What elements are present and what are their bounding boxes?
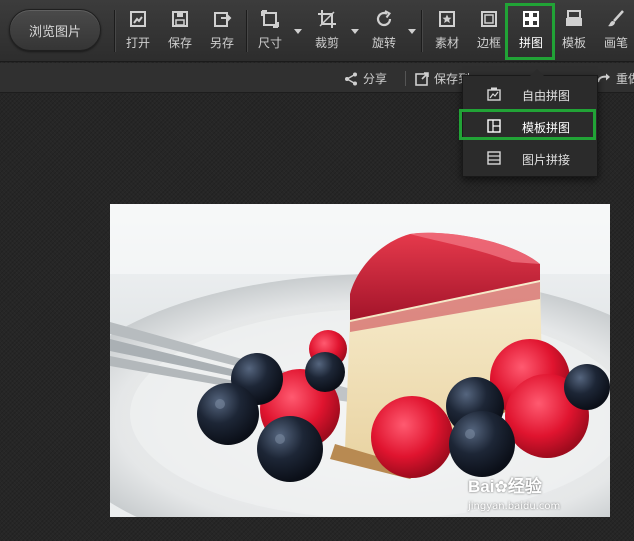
brush-label: 画笔 — [603, 36, 628, 50]
save-as-label: 另存 — [209, 36, 234, 50]
save-label: 保存 — [167, 36, 192, 50]
redo-button[interactable]: 重做 — [597, 70, 634, 87]
menu-item-label: 图片拼接 — [522, 153, 571, 167]
canvas-photo[interactable] — [110, 204, 610, 517]
action-separator — [405, 71, 406, 86]
resize-button[interactable]: 尺寸 — [251, 6, 289, 56]
share-icon — [345, 72, 357, 85]
save-as-button[interactable]: 另存 — [203, 6, 241, 56]
crop-icon — [318, 10, 336, 28]
sticker-button[interactable]: 素材 — [428, 6, 466, 56]
toolbar-separator — [114, 10, 115, 52]
open-label: 打开 — [125, 36, 150, 50]
open-icon — [130, 11, 146, 27]
save-button[interactable]: 保存 — [161, 6, 199, 56]
paw-icon: ✿ — [494, 477, 508, 496]
stitch-icon — [487, 151, 501, 165]
template-collage-highlight-box — [459, 109, 596, 140]
watermark-brand-right: 经验 — [507, 477, 542, 496]
template-label: 模板 — [561, 36, 586, 50]
baidu-watermark: Bai✿经验 jingyan.baidu.com — [468, 472, 560, 512]
watermark-url: jingyan.baidu.com — [468, 501, 561, 512]
crop-dropdown-chevron-icon[interactable] — [351, 29, 359, 34]
share-button[interactable]: 分享 — [344, 70, 387, 87]
resize-label: 尺寸 — [257, 36, 282, 50]
template-button[interactable]: 模板 — [555, 6, 593, 56]
resize-dropdown-chevron-icon[interactable] — [294, 29, 302, 34]
redo-label: 重做 — [616, 72, 634, 86]
main-toolbar: 浏览图片 打开 保存 另存 尺寸 裁剪 旋转 素材 边框 拼图 模板 画笔 — [0, 0, 634, 62]
sticker-label: 素材 — [434, 36, 459, 50]
template-icon — [566, 10, 582, 26]
save-icon — [172, 11, 188, 27]
open-button[interactable]: 打开 — [119, 6, 157, 56]
frame-icon — [481, 11, 497, 27]
rotate-icon — [376, 10, 392, 27]
collage-highlight-box — [505, 3, 555, 60]
redo-icon — [597, 73, 610, 82]
crop-label: 裁剪 — [314, 36, 339, 50]
browse-images-button[interactable]: 浏览图片 — [9, 9, 101, 51]
menu-item-label: 自由拼图 — [522, 89, 571, 103]
sticker-icon — [439, 11, 455, 27]
menu-item-stitch[interactable]: 图片拼接 — [467, 144, 593, 172]
save-as-icon — [214, 12, 232, 27]
free-collage-icon — [487, 87, 501, 101]
frame-button[interactable]: 边框 — [470, 6, 508, 56]
watermark-brand-left: Bai — [468, 477, 495, 496]
frame-label: 边框 — [476, 36, 501, 50]
crop-button[interactable]: 裁剪 — [308, 6, 346, 56]
cheesecake-image — [110, 204, 610, 517]
toolbar-separator — [246, 10, 247, 52]
brush-icon — [608, 10, 624, 27]
rotate-dropdown-chevron-icon[interactable] — [408, 29, 416, 34]
rotate-label: 旋转 — [371, 36, 396, 50]
rotate-button[interactable]: 旋转 — [365, 6, 403, 56]
share-label: 分享 — [363, 72, 388, 86]
menu-item-free-collage[interactable]: 自由拼图 — [467, 80, 593, 108]
save-to-icon — [415, 71, 429, 86]
resize-icon — [261, 10, 279, 28]
brush-button[interactable]: 画笔 — [597, 6, 634, 56]
toolbar-separator — [421, 10, 422, 52]
